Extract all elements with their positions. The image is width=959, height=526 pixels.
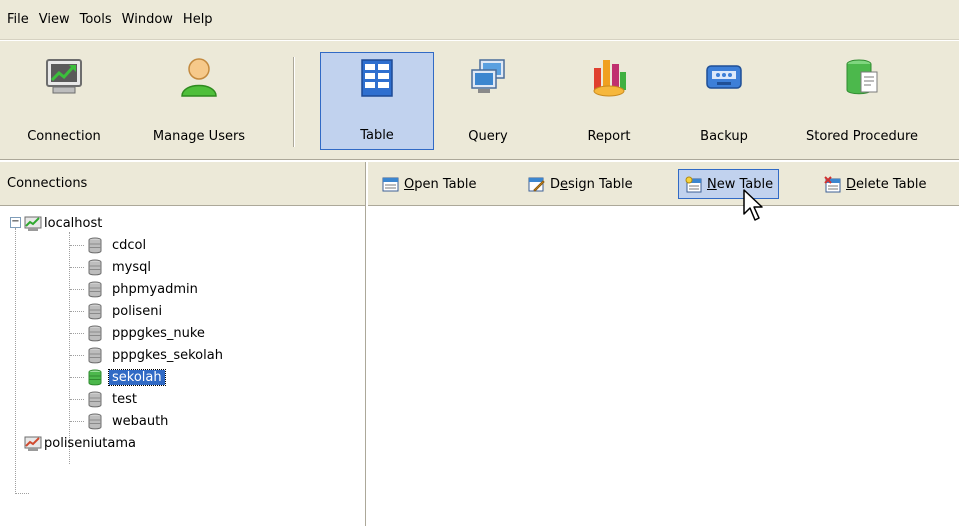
delete-table-mnemonic: D bbox=[846, 176, 857, 192]
tree-node-localhost[interactable]: − localhost bbox=[0, 212, 365, 234]
object-panel: Open Table De sign Table New Table Delete… bbox=[368, 162, 959, 526]
database-icon bbox=[88, 259, 102, 276]
mouse-cursor-icon bbox=[743, 189, 763, 221]
tree-node-label: poliseniutama bbox=[44, 435, 136, 451]
tree-node-label: localhost bbox=[44, 215, 103, 231]
query-button[interactable]: Query bbox=[448, 52, 528, 150]
backup-label: Backup bbox=[700, 129, 748, 144]
tree-node-database[interactable]: webauth bbox=[0, 410, 365, 432]
backup-icon bbox=[706, 65, 742, 89]
open-table-label: pen Table bbox=[414, 176, 477, 192]
database-label: pppgkes_sekolah bbox=[112, 347, 223, 363]
stored-procedure-button[interactable]: Stored Procedure bbox=[782, 52, 942, 150]
tree-node-database[interactable]: mysql bbox=[0, 256, 365, 278]
database-label: poliseni bbox=[112, 303, 163, 319]
user-icon bbox=[181, 58, 217, 97]
new-table-mnemonic: N bbox=[707, 176, 717, 192]
connections-header-label: Connections bbox=[7, 176, 88, 191]
tree-line bbox=[70, 311, 84, 312]
menu-view[interactable]: View bbox=[35, 10, 76, 29]
connection-icon bbox=[46, 59, 82, 94]
open-table-button[interactable]: Open Table bbox=[382, 169, 476, 199]
query-icon bbox=[471, 59, 505, 93]
database-icon bbox=[88, 325, 102, 342]
menu-window[interactable]: Window bbox=[118, 10, 179, 29]
table-button[interactable]: Table bbox=[320, 52, 434, 150]
tree-line bbox=[70, 399, 84, 400]
menu-help[interactable]: Help bbox=[179, 10, 219, 29]
report-label: Report bbox=[587, 129, 631, 144]
tree-line bbox=[70, 333, 84, 334]
design-table-label: sign Table bbox=[568, 176, 633, 192]
manage-users-button[interactable]: Manage Users bbox=[124, 52, 274, 150]
table-icon bbox=[361, 59, 393, 97]
tree-node-poliseniutama[interactable]: poliseniutama bbox=[0, 432, 365, 454]
open-table-mnemonic: O bbox=[404, 176, 415, 192]
menu-tools[interactable]: Tools bbox=[76, 10, 118, 29]
connection-icon bbox=[24, 216, 42, 231]
database-label: pppgkes_nuke bbox=[112, 325, 205, 341]
connections-header: Connections bbox=[0, 162, 365, 206]
delete-table-button[interactable]: Delete Table bbox=[824, 169, 926, 199]
database-icon bbox=[88, 413, 102, 430]
tree-node-database[interactable]: poliseni bbox=[0, 300, 365, 322]
tree-node-database[interactable]: cdcol bbox=[0, 234, 365, 256]
backup-button[interactable]: Backup bbox=[684, 52, 764, 150]
report-button[interactable]: Report bbox=[568, 52, 650, 150]
tree-line bbox=[70, 245, 84, 246]
stored-procedure-label: Stored Procedure bbox=[805, 129, 919, 144]
database-icon bbox=[88, 237, 102, 254]
menu-bar: File View Tools Window Help bbox=[0, 0, 959, 40]
connection-inactive-icon bbox=[24, 436, 42, 451]
toolbar-separator bbox=[293, 57, 295, 147]
design-table-mnemonic: e bbox=[560, 176, 569, 192]
tree-node-database[interactable]: test bbox=[0, 388, 365, 410]
menu-file[interactable]: File bbox=[3, 10, 35, 29]
database-icon bbox=[88, 303, 102, 320]
database-icon bbox=[88, 391, 102, 408]
stored-procedure-icon bbox=[846, 59, 878, 95]
table-label: Table bbox=[360, 128, 394, 143]
main-toolbar: Connection Manage Users Table Query Repo… bbox=[0, 40, 959, 160]
connection-label: Connection bbox=[27, 129, 101, 144]
database-label: webauth bbox=[112, 413, 169, 429]
database-icon bbox=[88, 347, 102, 364]
tree-node-database[interactable]: pppgkes_sekolah bbox=[0, 344, 365, 366]
design-table-button[interactable]: De sign Table bbox=[528, 169, 633, 199]
table-toolbar: Open Table De sign Table New Table Delete… bbox=[368, 162, 959, 206]
delete-table-icon bbox=[824, 175, 841, 192]
connection-button[interactable]: Connection bbox=[16, 52, 112, 150]
object-list-area[interactable] bbox=[368, 207, 959, 526]
database-label: test bbox=[112, 391, 137, 407]
database-label: cdcol bbox=[112, 237, 147, 253]
report-icon bbox=[593, 60, 626, 97]
database-open-icon bbox=[88, 369, 102, 386]
tree-node-database[interactable]: pppgkes_nuke bbox=[0, 322, 365, 344]
design-table-label-pre: D bbox=[550, 176, 561, 192]
tree-line bbox=[70, 377, 84, 378]
query-label: Query bbox=[468, 129, 508, 144]
new-table-icon bbox=[685, 176, 702, 192]
tree-node-database[interactable]: phpmyadmin bbox=[0, 278, 365, 300]
database-label: phpmyadmin bbox=[112, 281, 198, 297]
tree-line bbox=[70, 289, 84, 290]
design-table-icon bbox=[528, 177, 545, 192]
database-label: mysql bbox=[112, 259, 151, 275]
database-label: sekolah bbox=[108, 368, 166, 386]
tree-line bbox=[70, 421, 84, 422]
delete-table-label: elete Table bbox=[856, 176, 927, 192]
tree-line bbox=[70, 355, 84, 356]
connection-tree: − localhost cdcol mysql phpmyadmin polis… bbox=[0, 206, 365, 494]
collapse-toggle[interactable]: − bbox=[10, 217, 21, 228]
tree-line bbox=[70, 267, 84, 268]
database-icon bbox=[88, 281, 102, 298]
open-table-icon bbox=[382, 177, 399, 191]
connections-panel: Connections − localhost cdcol mysql phpm… bbox=[0, 162, 366, 526]
tree-node-database-selected[interactable]: sekolah bbox=[0, 366, 365, 388]
manage-users-label: Manage Users bbox=[152, 129, 246, 144]
tree-line bbox=[15, 493, 29, 494]
